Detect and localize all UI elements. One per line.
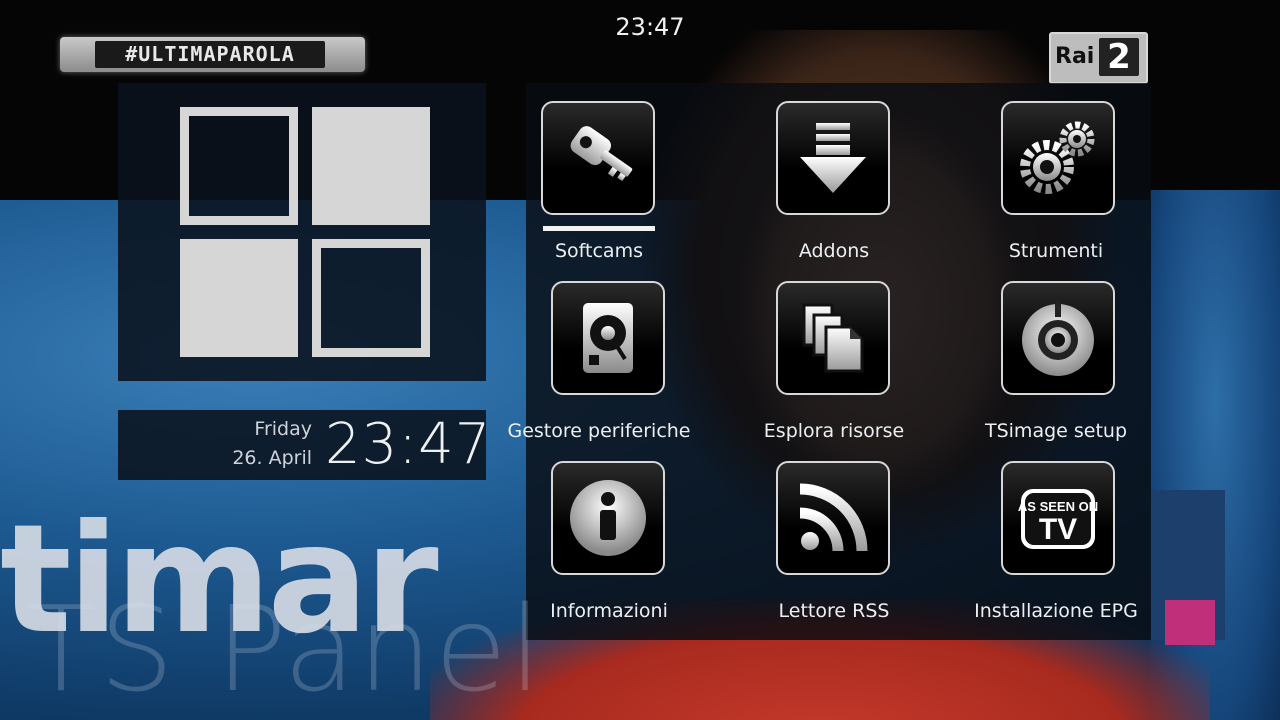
logo-square-tr	[312, 107, 430, 225]
menu-item-strumenti[interactable]: Strumenti	[953, 101, 1183, 281]
menu-item-gestore-periferiche[interactable]: Gestore periferiche	[503, 281, 733, 461]
menu-label: Lettore RSS	[778, 600, 890, 622]
hashtag-text: #ULTIMAPAROLA	[95, 41, 325, 68]
files-icon	[776, 281, 890, 395]
hashtag-bug: #ULTIMAPAROLA	[60, 37, 365, 72]
tv-icon-bottom-text: TV	[1039, 513, 1077, 546]
menu-label: Gestore periferiche	[507, 420, 691, 442]
gears-icon	[1001, 101, 1115, 215]
menu-panel: Softcams Addons Strumenti Gestore perife…	[508, 83, 1151, 641]
knob-icon	[1001, 281, 1115, 395]
menu-item-lettore-rss[interactable]: Lettore RSS	[728, 461, 958, 641]
clock-time: 23:47	[325, 412, 492, 477]
clock-widget: Friday 26. April 23:47	[118, 410, 490, 480]
menu-label: Strumenti	[1008, 240, 1104, 262]
menu-label: Softcams	[555, 240, 643, 262]
menu-item-esplora-risorse[interactable]: Esplora risorse	[728, 281, 958, 461]
logo-square-tl	[180, 107, 298, 225]
menu-label: TSimage setup	[984, 420, 1128, 442]
panel-watermark: TS Panel	[25, 580, 544, 718]
logo-square-br	[312, 239, 430, 357]
channel-number: 2	[1099, 38, 1139, 76]
menu-item-tsimage-setup[interactable]: TSimage setup	[953, 281, 1183, 461]
clock-date: 26. April	[232, 447, 312, 469]
top-clock: 23:47	[615, 13, 685, 41]
logo-square-bl	[180, 239, 298, 357]
rss-icon	[776, 461, 890, 575]
clock-day: Friday	[254, 418, 312, 440]
menu-item-addons[interactable]: Addons	[728, 101, 958, 281]
info-icon	[551, 461, 665, 575]
channel-brand: Rai	[1055, 44, 1095, 69]
hard-drive-icon	[551, 281, 665, 395]
menu-label: Installazione EPG	[974, 600, 1138, 622]
menu-label: Esplora risorse	[763, 420, 905, 442]
tv-icon-top-text: AS SEEN ON	[1018, 499, 1098, 514]
download-arrow-icon	[776, 101, 890, 215]
menu-item-installazione-epg[interactable]: AS SEEN ON TV Installazione EPG	[953, 461, 1183, 641]
menu-label: Addons	[798, 240, 870, 262]
menu-item-softcams[interactable]: Softcams	[493, 101, 723, 281]
channel-logo: Rai 2	[1049, 32, 1148, 84]
key-icon	[541, 101, 655, 215]
as-seen-on-tv-icon: AS SEEN ON TV	[1001, 461, 1115, 575]
panel-logo	[118, 83, 486, 381]
selection-indicator	[543, 226, 655, 231]
